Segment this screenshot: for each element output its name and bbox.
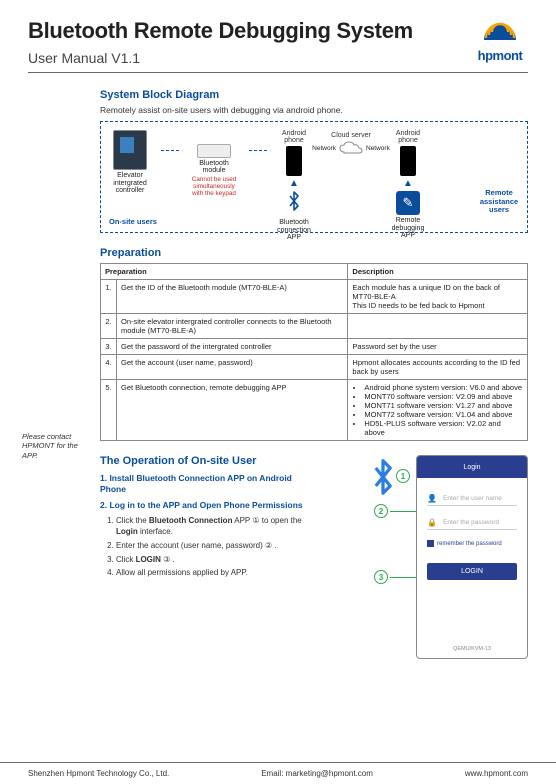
- table-row-desc: Hpmont allocates accounts according to t…: [348, 355, 528, 380]
- table-row-desc: Each module has a unique ID on the back …: [348, 280, 528, 314]
- remote-users-label: Remote assistance users: [477, 189, 521, 214]
- remember-checkbox[interactable]: remember the password: [427, 540, 517, 547]
- callout-1: 1: [396, 469, 410, 483]
- table-row-num: 4.: [101, 355, 117, 380]
- operation-steps: Click the Bluetooth Connection APP ① to …: [116, 515, 310, 579]
- list-item: Allow all permissions applied by APP.: [116, 567, 310, 579]
- list-item: Click LOGIN ③ .: [116, 554, 310, 566]
- bt-app-label: Bluetooth connection APP: [275, 219, 313, 242]
- bt-module-icon: [197, 144, 231, 158]
- col-desc: Description: [348, 264, 528, 280]
- up-arrow-icon: ▲: [403, 178, 413, 189]
- network-label-1: Network: [312, 145, 336, 152]
- table-row-prep: Get the account (user name, password): [117, 355, 348, 380]
- table-row-num: 1.: [101, 280, 117, 314]
- page-header: Bluetooth Remote Debugging System User M…: [28, 18, 528, 66]
- up-arrow-icon: ▲: [289, 178, 299, 189]
- section-desc-diagram: Remotely assist on-site users with debug…: [100, 105, 528, 115]
- table-row-prep: Get the password of the intergrated cont…: [117, 339, 348, 355]
- table-row-prep: Get Bluetooth connection, remote debuggi…: [117, 380, 348, 441]
- phone-footer: QEMU/KVM-13: [417, 646, 527, 652]
- phone-mockup: Login 👤 Enter the user name 🔒 Enter the …: [416, 455, 528, 659]
- bt-warning: Cannot be used simultaneously with the k…: [187, 176, 241, 198]
- dash-arrow: [249, 150, 267, 151]
- prep-sidenote: Please contact HPMONT for the APP.: [22, 432, 90, 460]
- table-row-num: 2.: [101, 314, 117, 339]
- remote-app-icon: ✎: [396, 191, 420, 215]
- preparation-table: Preparation Description 1.Get the ID of …: [100, 263, 528, 441]
- bluetooth-icon-large: [368, 459, 398, 503]
- col-prep: Preparation: [101, 264, 348, 280]
- cloud-label: Cloud server: [331, 132, 371, 139]
- user-icon: 👤: [427, 494, 437, 503]
- login-button[interactable]: LOGIN: [427, 563, 517, 580]
- checkbox-icon: [427, 540, 434, 547]
- remote-app-label: Remote debugging APP: [389, 217, 427, 240]
- controller-label: Elevator intergrated controller: [107, 172, 153, 195]
- section-title-prep: Preparation: [100, 247, 528, 259]
- bt-module-label: Bluetooth module: [187, 160, 241, 174]
- op-step1-title: 1. Install Bluetooth Connection APP on A…: [100, 473, 310, 494]
- operation-section: The Operation of On-site User 1. Install…: [100, 455, 528, 579]
- callout-line: [390, 511, 416, 512]
- phone-header: Login: [417, 456, 527, 478]
- android-label-2: Android phone: [389, 130, 427, 144]
- section-title-diagram: System Block Diagram: [100, 89, 528, 101]
- table-row-num: 5.: [101, 380, 117, 441]
- sun-icon: [480, 20, 520, 46]
- footer-email: Email: marketing@hpmont.com: [261, 769, 373, 778]
- phone-icon: [400, 146, 416, 176]
- list-item: Click the Bluetooth Connection APP ① to …: [116, 515, 310, 538]
- table-row-prep: Get the ID of the Bluetooth module (MT70…: [117, 280, 348, 314]
- table-row-prep: On-site elevator intergrated controller …: [117, 314, 348, 339]
- callout-3: 3: [374, 570, 388, 584]
- lock-icon: 🔒: [427, 518, 437, 527]
- callout-2: 2: [374, 504, 388, 518]
- android-label-1: Android phone: [275, 130, 313, 144]
- brand-logo: hpmont: [472, 20, 528, 63]
- page-subtitle: User Manual V1.1: [28, 50, 472, 66]
- table-row-num: 3.: [101, 339, 117, 355]
- page-footer: Shenzhen Hpmont Technology Co., Ltd. Ema…: [0, 762, 556, 784]
- password-input[interactable]: 🔒 Enter the password: [427, 516, 517, 530]
- phone-icon: [286, 146, 302, 176]
- table-row-desc: [348, 314, 528, 339]
- brand-text: hpmont: [478, 48, 523, 63]
- footer-site: www.hpmont.com: [465, 769, 528, 778]
- footer-company: Shenzhen Hpmont Technology Co., Ltd.: [28, 769, 169, 778]
- system-diagram: Elevator intergrated controller On-site …: [100, 121, 528, 233]
- table-row-desc: Password set by the user: [348, 339, 528, 355]
- controller-icon: [113, 130, 147, 170]
- list-item: Enter the account (user name, password) …: [116, 540, 310, 552]
- op-step2-title: 2. Log in to the APP and Open Phone Perm…: [100, 500, 310, 511]
- dash-arrow: [161, 150, 179, 151]
- page-title: Bluetooth Remote Debugging System: [28, 18, 472, 44]
- cloud-icon: [338, 141, 364, 155]
- callout-line: [390, 577, 416, 578]
- network-label-2: Network: [366, 145, 390, 152]
- onsite-label: On-site users: [109, 217, 157, 226]
- bluetooth-icon: [286, 191, 302, 217]
- username-input[interactable]: 👤 Enter the user name: [427, 492, 517, 506]
- table-row-desc: Android phone system version: V6.0 and a…: [348, 380, 528, 441]
- header-rule: [28, 72, 528, 73]
